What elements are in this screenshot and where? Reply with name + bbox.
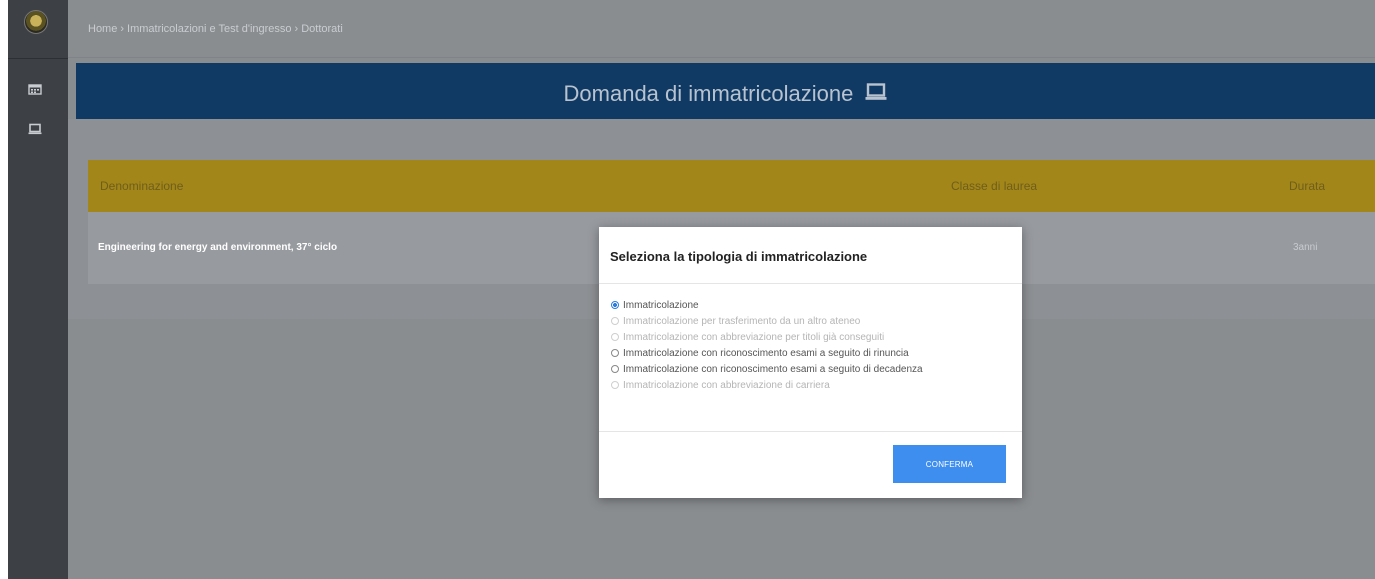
- column-header-classe: Classe di laurea: [951, 179, 1038, 193]
- enrollment-type-modal: Seleziona la tipologia di immatricolazio…: [599, 227, 1022, 498]
- page-title: Domanda di immatricolazione: [76, 80, 1375, 107]
- radio-button[interactable]: [611, 301, 619, 309]
- column-header-durata: Durata: [1289, 179, 1326, 193]
- radio-label: Immatricolazione con riconoscimento esam…: [623, 348, 909, 359]
- sidebar-divider: [8, 58, 68, 59]
- column-header-denominazione: Denominazione: [100, 179, 184, 193]
- topbar: Home › Immatricolazioni e Test d'ingresso ›…: [68, 0, 1375, 58]
- table-header: Denominazione Classe di laurea Durata: [88, 160, 1375, 212]
- page-title-text: Domanda di immatricolazione: [563, 81, 854, 107]
- radio-button[interactable]: [611, 365, 619, 373]
- radio-label: Immatricolazione per trasferimento da un…: [623, 316, 861, 327]
- radio-button: [611, 381, 619, 389]
- radio-label: Immatricolazione con abbreviazione per t…: [623, 332, 885, 343]
- sidebar: [8, 0, 68, 579]
- cell-denominazione: Engineering for energy and environment, …: [98, 242, 338, 253]
- radio-button: [611, 333, 619, 341]
- radio-label: Immatricolazione: [623, 300, 699, 311]
- radio-label: Immatricolazione con riconoscimento esam…: [623, 364, 923, 375]
- breadcrumb: Home › Immatricolazioni e Test d'ingresso ›…: [88, 23, 343, 35]
- laptop-icon: [865, 81, 887, 107]
- radio-button[interactable]: [611, 349, 619, 357]
- radio-label: Immatricolazione con abbreviazione di ca…: [623, 380, 830, 391]
- modal-footer-divider: [599, 431, 1022, 432]
- modal-header: Seleziona la tipologia di immatricolazio…: [599, 227, 1022, 284]
- radio-button: [611, 317, 619, 325]
- breadcrumb-dottorati[interactable]: Dottorati: [301, 23, 343, 35]
- confirm-button[interactable]: CONFERMA: [893, 445, 1006, 483]
- cell-durata: 3anni: [1293, 242, 1318, 253]
- breadcrumb-separator: ›: [120, 23, 125, 35]
- breadcrumb-home[interactable]: Home: [88, 23, 117, 35]
- page-header: Domanda di immatricolazione: [76, 63, 1375, 119]
- modal-title: Seleziona la tipologia di immatricolazio…: [610, 249, 868, 264]
- calendar-icon[interactable]: [28, 83, 42, 95]
- breadcrumb-separator: ›: [294, 23, 299, 35]
- breadcrumb-immatricolazioni[interactable]: Immatricolazioni e Test d'ingresso: [127, 23, 292, 35]
- university-logo[interactable]: [24, 10, 48, 34]
- laptop-icon[interactable]: [28, 123, 42, 135]
- window-edge: [0, 0, 8, 579]
